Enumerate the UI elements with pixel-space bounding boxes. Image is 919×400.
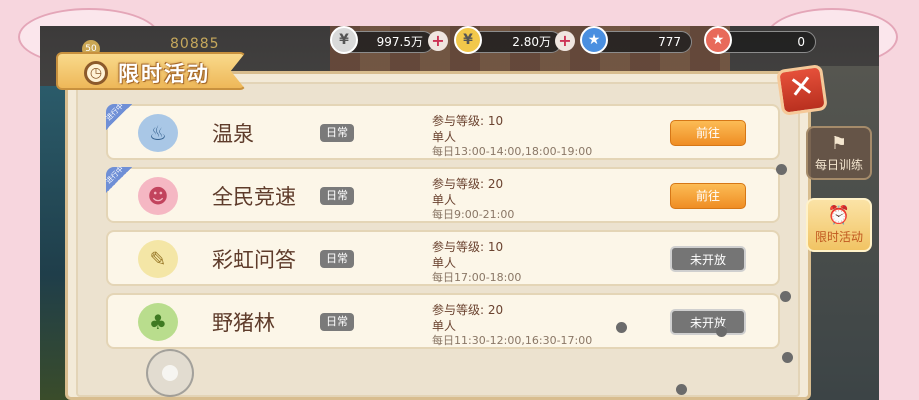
activity-name: 全民竞速	[212, 185, 296, 209]
scroll-bunny-icon: ✎	[138, 240, 178, 278]
not-open-button[interactable]: 未开放	[670, 246, 746, 272]
activity-time: 每日17:00-18:00	[432, 271, 522, 284]
boar-icon: ♣	[138, 303, 178, 341]
activity-time: 每日11:30-12:00,16:30-17:00	[432, 334, 593, 347]
side-menu-label: 限时活动	[814, 230, 863, 244]
activity-time: 每日13:00-14:00,18:00-19:00	[432, 145, 593, 158]
gold-add-button[interactable]: +	[555, 31, 575, 51]
hot-spring-icon: ♨	[138, 114, 178, 152]
silver-add-button[interactable]: +	[428, 31, 448, 51]
close-button[interactable]: ✕	[776, 64, 828, 116]
activity-name: 野猪林	[212, 311, 275, 335]
activity-tag: 日常	[320, 250, 354, 268]
go-button[interactable]: 前往	[670, 120, 746, 146]
map-marker-dot	[780, 291, 791, 302]
map-marker-dot	[616, 322, 627, 333]
activity-row-hot-spring: 进行中 ♨ 温泉 日常 参与等级: 10 单人 每日13:00-14:00,18…	[105, 102, 780, 160]
alarm-clock-icon: ⏰	[827, 205, 851, 226]
silver-coin-icon: ¥	[330, 26, 358, 54]
combat-power-value: 80885	[170, 36, 220, 52]
activity-level: 参与等级: 10	[432, 114, 504, 128]
gold-coin-icon: ¥	[454, 26, 482, 54]
game-viewport: 50 80885 997.5万 ¥ + 2.80万 ¥ + 777 ★ 0 ★ …	[40, 26, 879, 400]
not-open-button[interactable]: 未开放	[670, 309, 746, 335]
ticket-icon: ★	[580, 26, 608, 54]
activity-tag: 日常	[320, 313, 354, 331]
activity-row-rainbow-quiz: ✎ 彩虹问答 日常 参与等级: 10 单人 每日17:00-18:00 未开放	[106, 230, 780, 286]
activity-level: 参与等级: 20	[432, 303, 504, 317]
racer-character-icon: ☻	[138, 177, 178, 215]
activity-tag: 日常	[320, 187, 354, 205]
in-progress-ribbon: 进行中	[105, 102, 132, 130]
activity-row-boar-forest: ♣ 野猪林 日常 参与等级: 20 单人 每日11:30-12:00,16:30…	[106, 293, 780, 349]
activity-level: 参与等级: 20	[432, 177, 504, 191]
activity-time: 每日9:00-21:00	[432, 208, 515, 221]
side-menu-limited-event[interactable]: ⏰ 限时活动	[806, 198, 872, 252]
star-ticket-icon: ★	[704, 26, 732, 54]
map-marker-dot	[676, 384, 687, 395]
in-progress-ribbon: 进行中	[105, 165, 132, 193]
activity-level: 参与等级: 10	[432, 240, 504, 254]
activity-name: 温泉	[212, 122, 254, 146]
go-button[interactable]: 前往	[670, 183, 746, 209]
panel-title-ribbon: ◷ 限时活动	[56, 52, 246, 90]
alarm-clock-icon: ◷	[84, 61, 108, 85]
side-menu-daily-training[interactable]: ⚑ 每日训练	[806, 126, 872, 180]
map-marker-dot	[716, 326, 727, 337]
dumbbell-icon: ⚑	[830, 133, 848, 154]
map-marker-dot	[776, 164, 787, 175]
virtual-joystick[interactable]	[146, 349, 194, 397]
activity-name: 彩虹问答	[212, 248, 296, 272]
joystick-knob[interactable]	[162, 365, 178, 381]
map-marker-dot	[782, 352, 793, 363]
activity-row-race: 进行中 ☻ 全民竞速 日常 参与等级: 20 单人 每日9:00-21:00 前…	[105, 165, 780, 223]
activity-tag: 日常	[320, 124, 354, 142]
panel-title: 限时活动	[118, 62, 210, 86]
side-menu-label: 每日训练	[814, 158, 863, 172]
